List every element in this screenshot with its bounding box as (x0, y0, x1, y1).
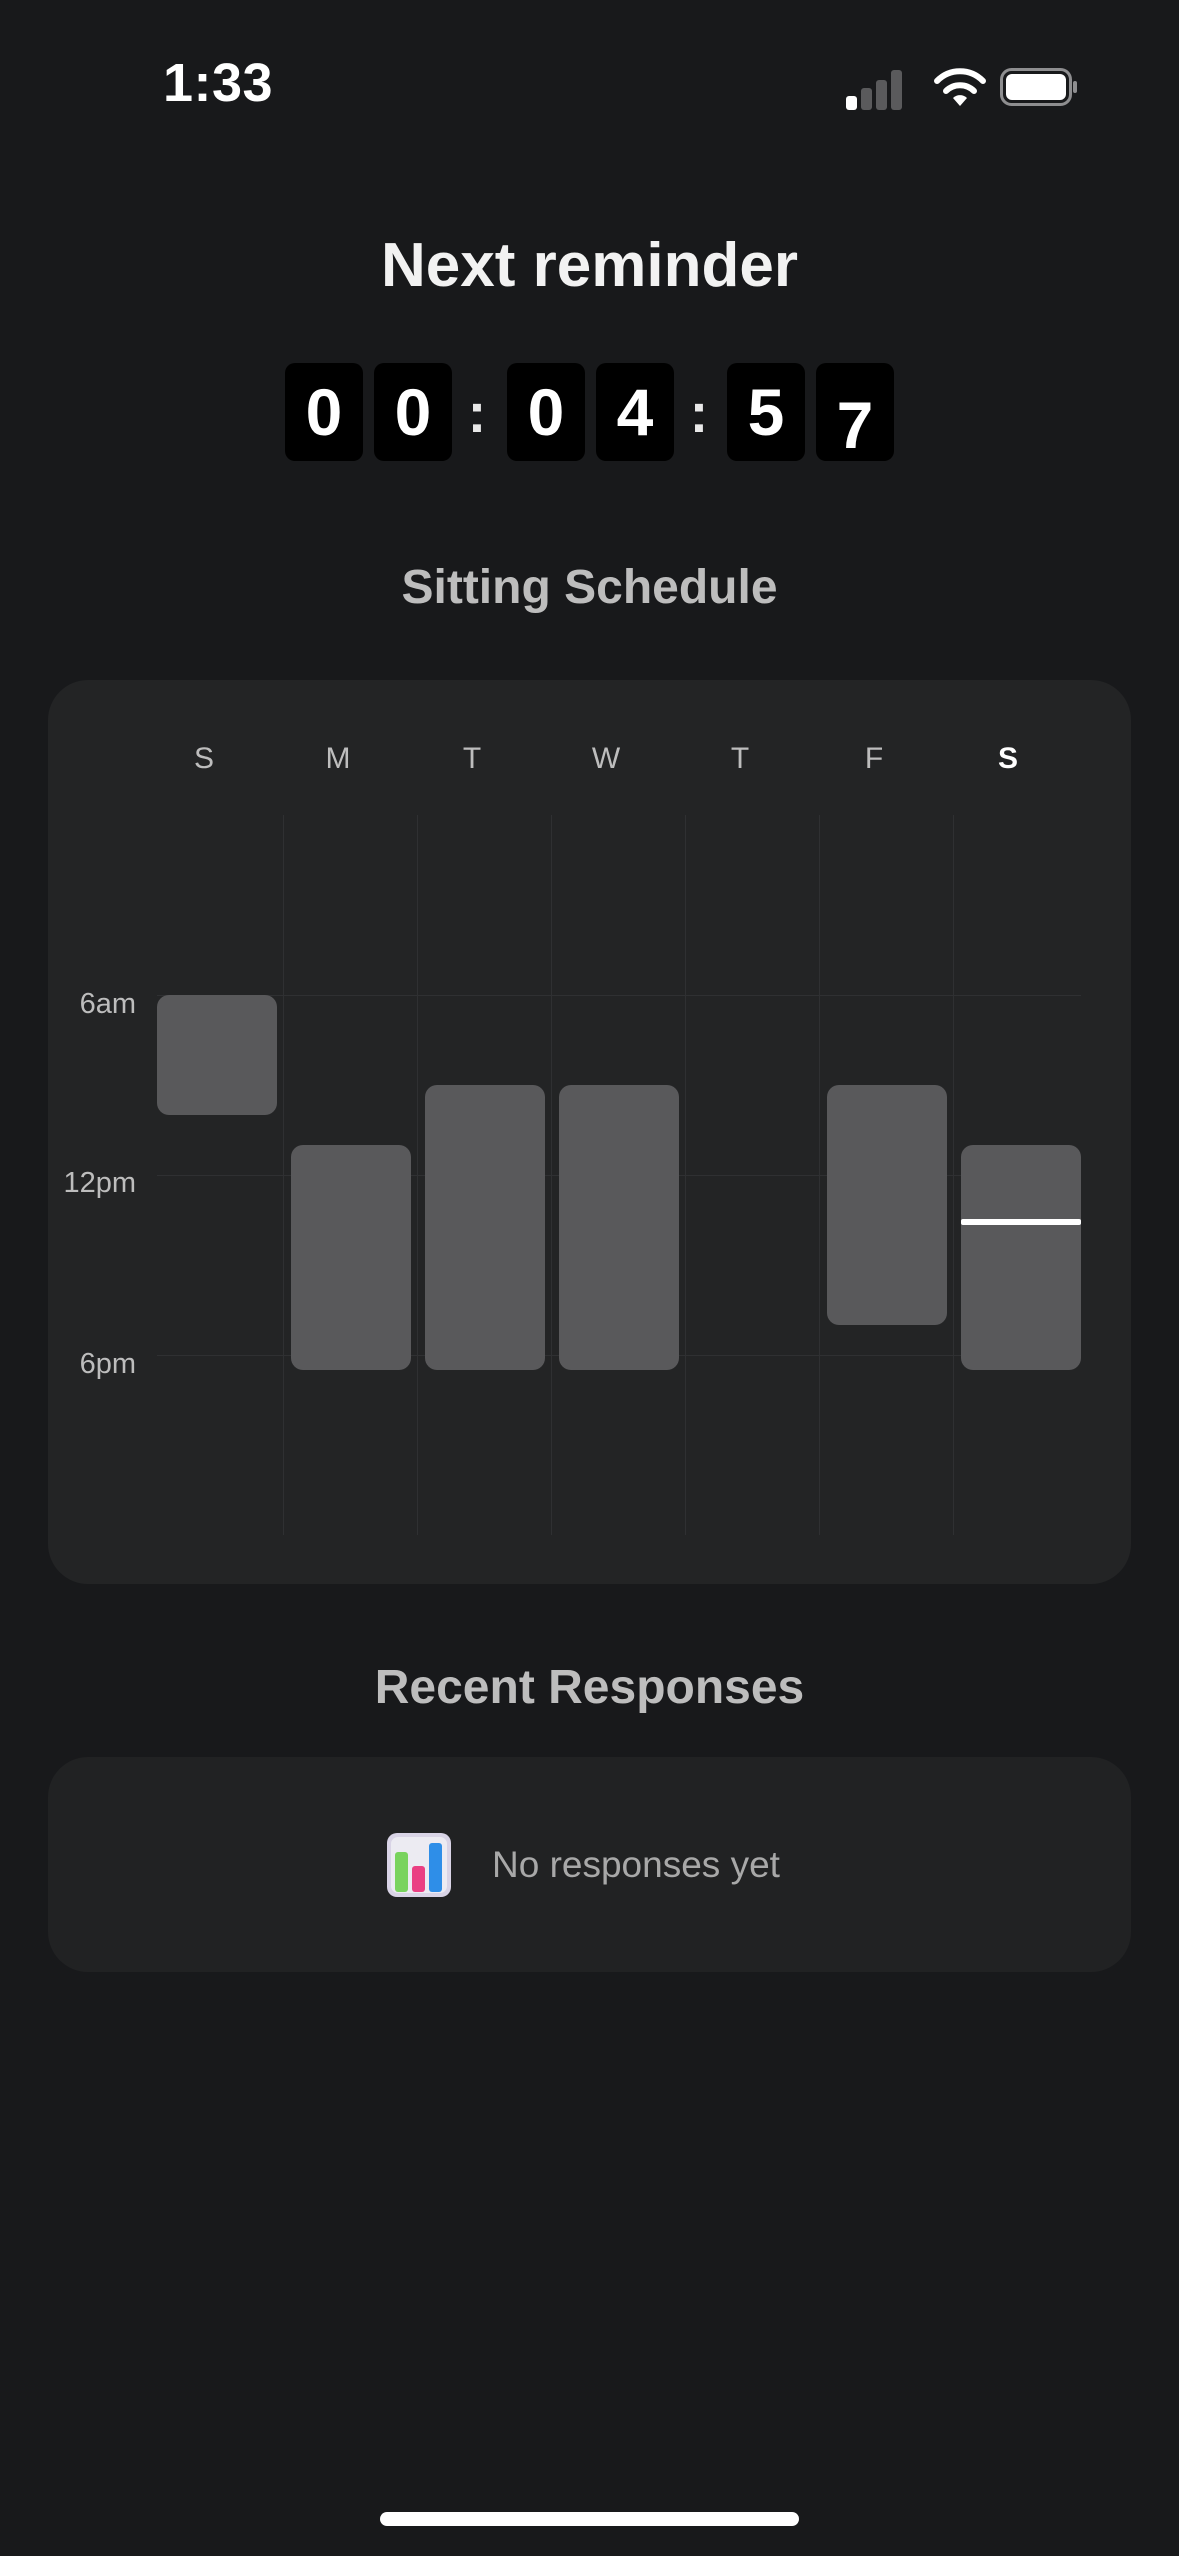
countdown-digit: 7 (816, 363, 894, 462)
countdown-digit: 0 (507, 363, 585, 461)
day-label-tue: T (462, 742, 482, 775)
countdown-digit: 4 (596, 363, 674, 461)
gridline-6am (157, 995, 1081, 996)
current-time-indicator (961, 1218, 1081, 1225)
home-indicator[interactable] (380, 2512, 799, 2526)
day-label-mon: M (325, 742, 351, 775)
cellular-signal-icon (840, 66, 906, 110)
day-label-sun: S (193, 742, 214, 775)
schedule-block-m-1 (291, 1145, 411, 1370)
time-label-12pm: 12pm (63, 1167, 136, 1199)
countdown-digit: 5 (727, 363, 805, 461)
day-label-wed: W (591, 742, 621, 775)
recent-responses-title: Recent Responses (374, 1661, 805, 1714)
day-label-sat: S (997, 742, 1018, 775)
countdown-digit: 0 (374, 363, 452, 461)
countdown-digit: 0 (285, 363, 363, 461)
countdown-separator: : (467, 380, 487, 444)
bar-chart-icon (387, 1833, 451, 1897)
empty-state: No responses yet (386, 1830, 780, 1900)
schedule-block-s-0 (157, 995, 277, 1115)
wifi-icon (934, 68, 986, 106)
schedule-block-w-3 (559, 1085, 679, 1370)
time-label-6am: 6am (79, 988, 136, 1020)
next-reminder-title: Next reminder (381, 231, 798, 300)
schedule-block-s-6 (961, 1145, 1081, 1370)
time-label-6pm: 6pm (79, 1348, 136, 1380)
sitting-schedule-title: Sitting Schedule (401, 561, 778, 614)
day-label-thu: T (730, 742, 750, 775)
status-time: 1:33 (163, 53, 274, 113)
countdown-separator: : (689, 380, 709, 444)
schedule-block-t-2 (425, 1085, 545, 1370)
day-label-fri: F (864, 742, 884, 775)
schedule-block-f-5 (827, 1085, 947, 1325)
battery-icon (1000, 68, 1077, 106)
empty-state-text: No responses yet (492, 1844, 780, 1885)
